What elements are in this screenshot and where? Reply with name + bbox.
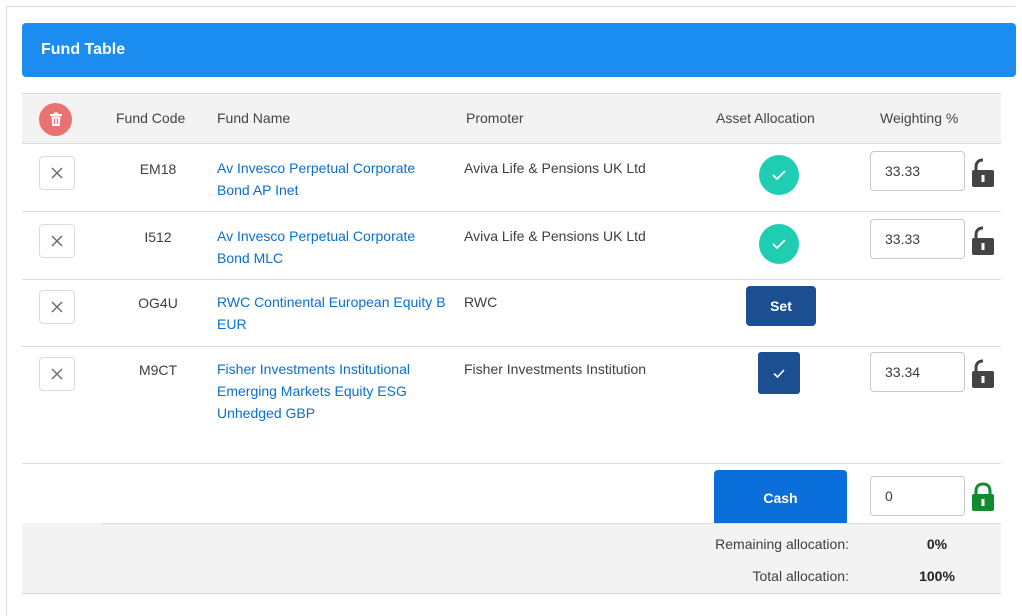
fund-name-link[interactable]: Av Invesco Perpetual Corporate Bond AP I… [217,157,447,201]
allocation-selected-button[interactable] [758,352,800,394]
card-header: Fund Table [22,23,1016,77]
fund-code: M9CT [138,362,178,378]
col-asset-allocation: Asset Allocation [716,110,815,126]
weighting-input[interactable] [870,219,965,259]
remaining-allocation-value: 0% [926,536,948,552]
col-fund-name: Fund Name [217,110,291,126]
weighting-input[interactable] [870,151,965,191]
unlock-icon[interactable] [970,157,996,189]
remove-fund-button[interactable] [39,357,75,391]
summary-divider [102,523,1001,524]
fund-code: I512 [144,229,172,245]
total-allocation-label: Total allocation: [752,568,849,584]
remove-fund-button[interactable] [39,290,75,324]
fund-name-link[interactable]: Fisher Investments Institutional Emergin… [217,358,447,424]
cash-row: Cash [22,464,1001,527]
total-allocation-value: 100% [919,568,955,584]
fund-promoter: Aviva Life & Pensions UK Ltd [464,228,646,244]
remove-fund-button[interactable] [39,156,75,190]
table-row: M9CT Fisher Investments Institutional Em… [22,347,1001,464]
fund-code: EM18 [139,161,177,177]
col-promoter: Promoter [466,110,524,126]
close-icon [51,235,63,247]
col-weighting: Weighting % [880,110,959,126]
allocation-complete-button[interactable] [759,224,799,264]
fund-promoter: Aviva Life & Pensions UK Ltd [464,160,646,176]
table-header-row: Fund Code Fund Name Promoter Asset Alloc… [22,94,1001,144]
col-fund-code: Fund Code [116,110,186,126]
fund-code: OG4U [138,295,178,311]
delete-all-button[interactable] [39,103,72,136]
check-icon [772,170,786,180]
allocation-complete-button[interactable] [759,155,799,195]
weighting-input[interactable] [870,352,965,392]
remove-fund-button[interactable] [39,224,75,258]
remaining-allocation-label: Remaining allocation: [715,536,849,552]
unlock-icon[interactable] [970,225,996,257]
check-icon [772,239,786,249]
close-icon [51,301,63,313]
lock-icon[interactable] [970,481,996,513]
fund-promoter: Fisher Investments Institution [464,361,647,377]
table-row: EM18 Av Invesco Perpetual Corporate Bond… [22,144,1001,212]
table-row: I512 Av Invesco Perpetual Corporate Bond… [22,212,1001,280]
close-icon [51,368,63,380]
unlock-icon[interactable] [970,358,996,390]
trash-icon [49,112,62,126]
card-title: Fund Table [41,41,126,58]
close-icon [51,167,63,179]
fund-name-link[interactable]: Av Invesco Perpetual Corporate Bond MLC [217,225,447,269]
allocation-summary: Remaining allocation: 0% Total allocatio… [22,523,1001,594]
cash-weighting-input[interactable] [870,476,965,516]
fund-name-link[interactable]: RWC Continental European Equity B EUR [217,291,447,335]
table-row: OG4U RWC Continental European Equity B E… [22,280,1001,347]
fund-table: Fund Code Fund Name Promoter Asset Alloc… [22,93,1001,527]
cash-button[interactable]: Cash [714,470,847,526]
set-allocation-button[interactable]: Set [746,286,816,326]
check-icon [773,368,785,378]
fund-promoter: RWC [464,294,498,310]
